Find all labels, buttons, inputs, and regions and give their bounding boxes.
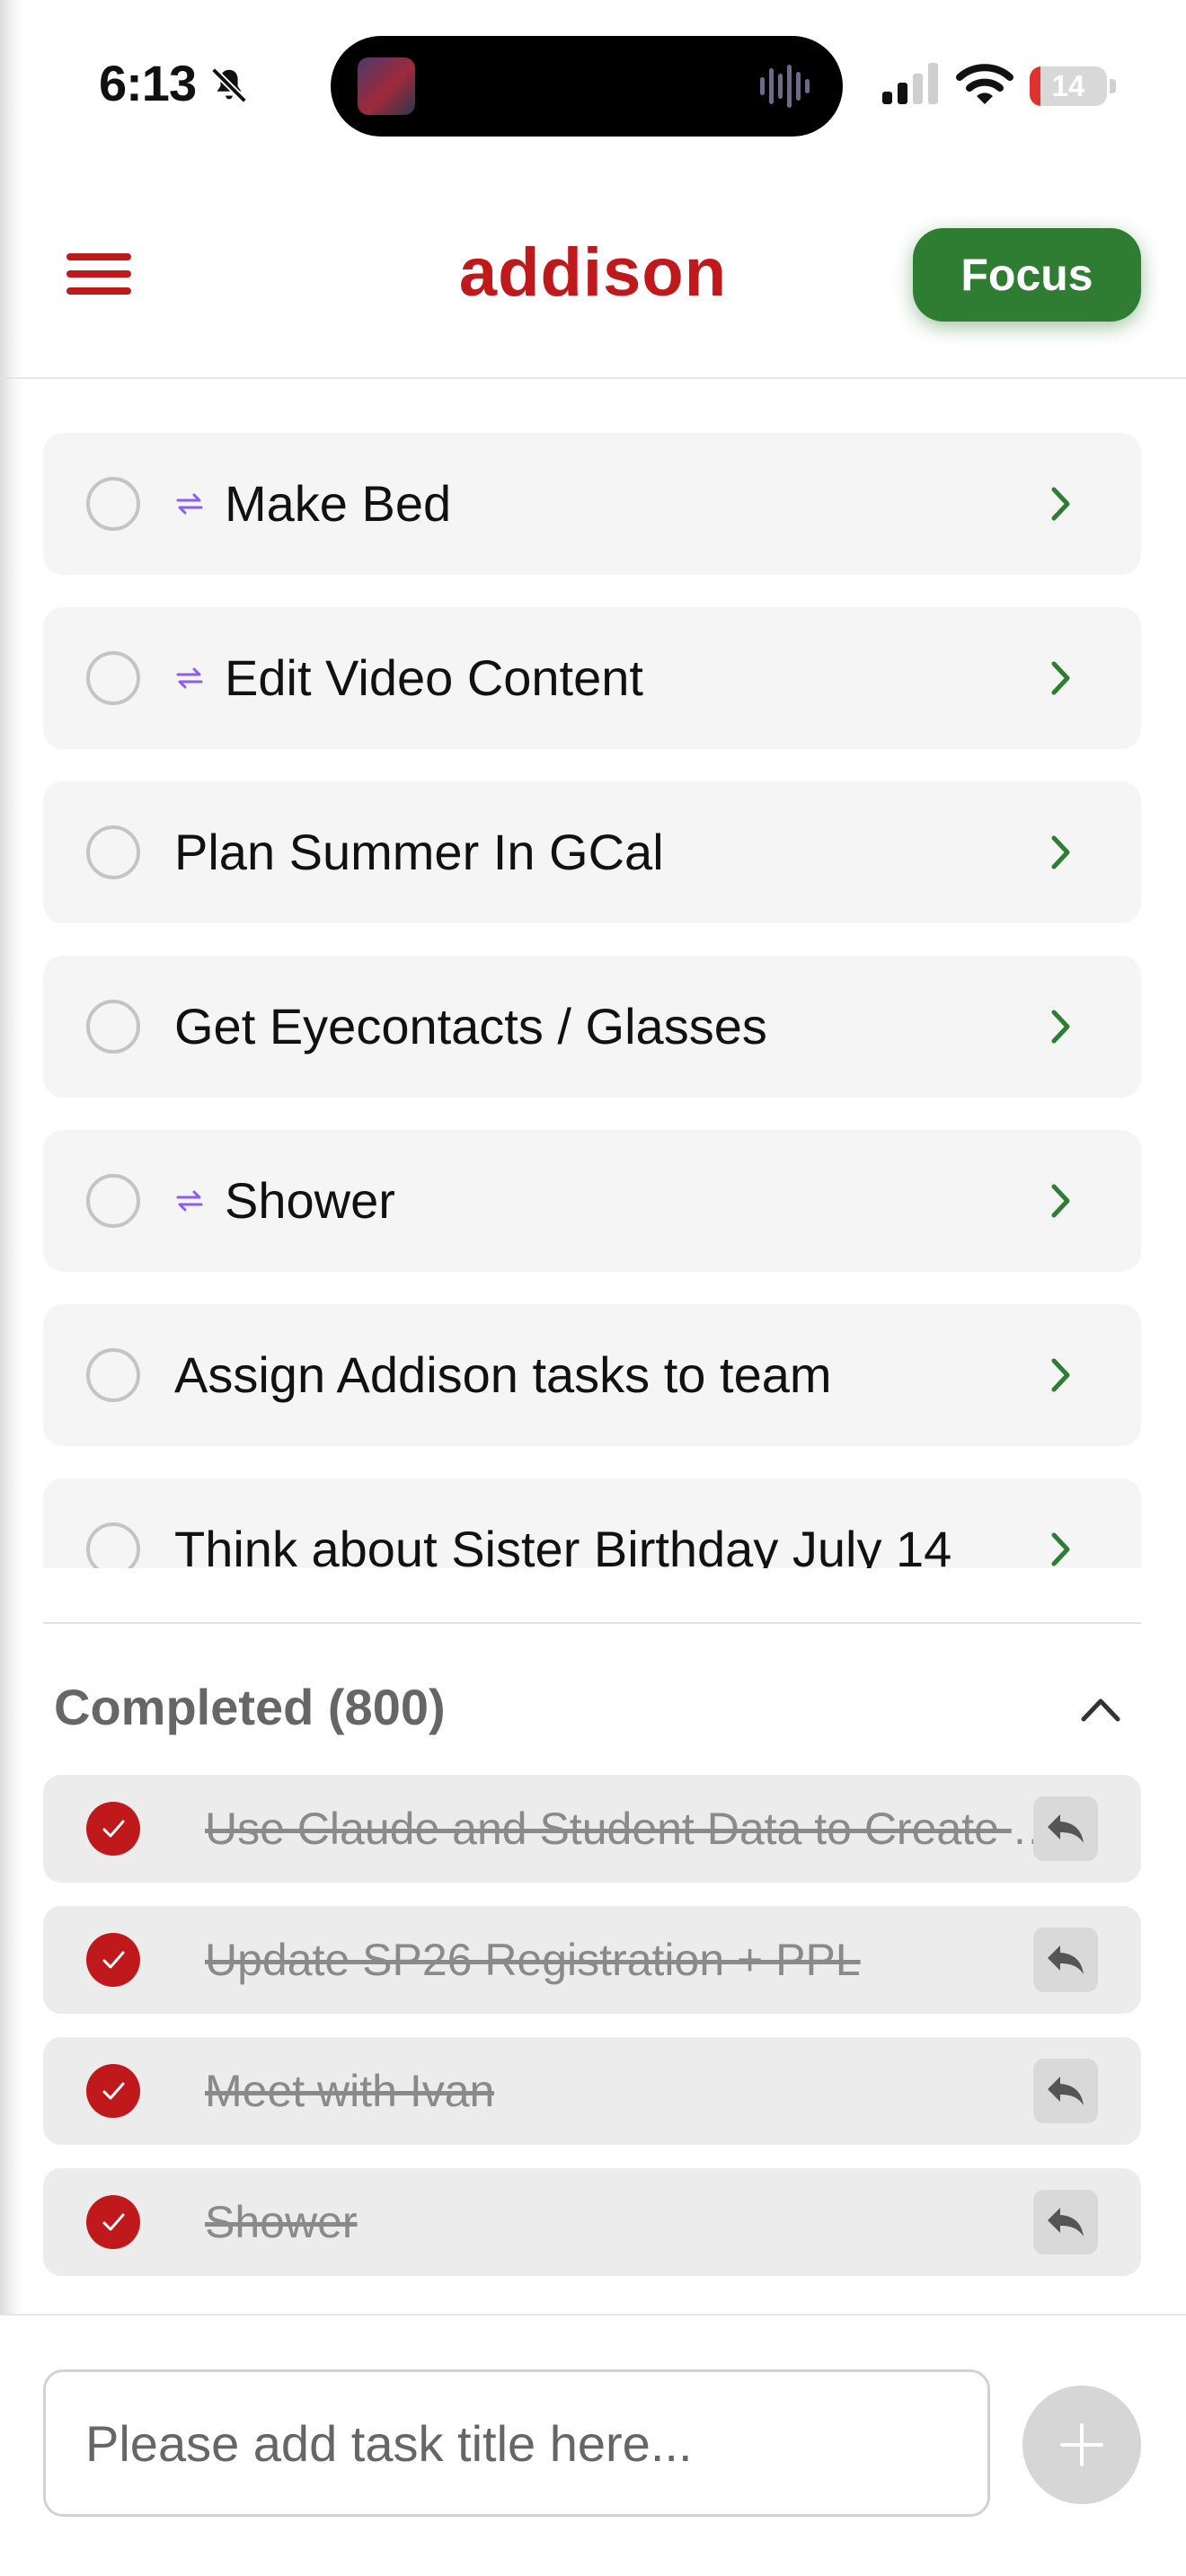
completed-list: Use Claude and Student Data to Create Pl… [43, 1775, 1141, 2314]
task-row[interactable]: Get Eyecontacts / Glasses [43, 956, 1141, 1098]
status-bar: 6:13 14 [0, 0, 1186, 171]
audio-waveform-icon [760, 65, 810, 108]
repeat-icon [176, 493, 203, 515]
completed-task-row[interactable]: Meet with Ivan [43, 2037, 1141, 2145]
undo-arrow-icon [1048, 2208, 1084, 2236]
task-title-input[interactable] [43, 2369, 990, 2517]
task-checkbox[interactable] [86, 477, 140, 531]
completed-task-title: Shower [205, 2197, 358, 2247]
task-checkbox[interactable] [86, 1174, 140, 1228]
add-task-button[interactable] [1022, 2386, 1141, 2504]
header-divider [0, 377, 1186, 379]
battery-cap [1110, 79, 1116, 93]
battery-indicator: 14 [1030, 66, 1116, 106]
completed-checkbox[interactable] [86, 2195, 140, 2249]
status-time: 6:13 [99, 55, 197, 111]
dynamic-island[interactable] [331, 36, 843, 137]
focus-button[interactable]: Focus [913, 228, 1141, 322]
completed-checkbox[interactable] [86, 1802, 140, 1856]
task-checkbox[interactable] [86, 1000, 140, 1054]
task-checkbox[interactable] [86, 1348, 140, 1402]
checkmark-icon [102, 2082, 125, 2100]
task-checkbox[interactable] [86, 651, 140, 705]
undo-arrow-icon [1048, 1814, 1084, 1843]
task-row[interactable]: Edit Video Content [43, 607, 1141, 749]
repeat-icon [176, 667, 203, 689]
chevron-right-icon[interactable] [1040, 1355, 1080, 1395]
task-row[interactable]: Plan Summer In GCal [43, 781, 1141, 923]
task-row[interactable]: Think about Sister Birthday July 14 [43, 1478, 1141, 1568]
task-checkbox[interactable] [86, 1522, 140, 1568]
task-title: Plan Summer In GCal [174, 824, 664, 880]
plus-icon [1060, 2423, 1103, 2466]
section-divider [43, 1622, 1141, 1624]
left-edge-shadow [0, 0, 23, 2576]
undo-button[interactable] [1033, 1928, 1098, 1992]
chevron-right-icon[interactable] [1040, 1007, 1080, 1046]
undo-button[interactable] [1033, 1796, 1098, 1861]
completed-task-row[interactable]: Shower [43, 2168, 1141, 2276]
chevron-right-icon[interactable] [1040, 833, 1080, 872]
task-title: Edit Video Content [225, 649, 643, 706]
task-title: Think about Sister Birthday July 14 [174, 1521, 952, 1568]
checkmark-icon [102, 1951, 125, 1969]
chevron-right-icon[interactable] [1040, 484, 1080, 524]
undo-arrow-icon [1048, 1945, 1084, 1974]
task-list: Make Bed Edit Video Content Plan Summer In… [43, 433, 1141, 1568]
chevron-up-icon[interactable] [1078, 1689, 1123, 1730]
chevron-right-icon[interactable] [1040, 1181, 1080, 1221]
undo-button[interactable] [1033, 2059, 1098, 2123]
wifi-icon [956, 64, 1013, 104]
task-row[interactable]: Assign Addison tasks to team [43, 1304, 1141, 1446]
completed-task-row[interactable]: Use Claude and Student Data to Create Pl… [43, 1775, 1141, 1883]
task-title: Make Bed [225, 475, 452, 532]
task-title: Get Eyecontacts / Glasses [174, 998, 767, 1054]
task-row[interactable]: Make Bed [43, 433, 1141, 575]
completed-task-title: Meet with Ivan [205, 2066, 495, 2116]
now-playing-artwork [358, 57, 415, 115]
add-task-bar [0, 2316, 1186, 2576]
completed-section-title[interactable]: Completed (800) [54, 1678, 446, 1736]
completed-checkbox[interactable] [86, 1933, 140, 1987]
task-title: Assign Addison tasks to team [174, 1346, 832, 1403]
battery-level: 14 [1051, 69, 1085, 102]
checkmark-icon [102, 2213, 125, 2231]
cellular-signal-icon [882, 63, 938, 104]
silent-bell-icon [211, 67, 247, 103]
chevron-right-icon[interactable] [1040, 658, 1080, 698]
task-title: Shower [225, 1172, 395, 1229]
completed-task-row[interactable]: Update SP26 Registration + PPL [43, 1906, 1141, 2014]
completed-task-title: Update SP26 Registration + PPL [205, 1935, 861, 1985]
task-checkbox[interactable] [86, 825, 140, 879]
undo-arrow-icon [1048, 2077, 1084, 2105]
chevron-right-icon[interactable] [1040, 1530, 1080, 1568]
task-row[interactable]: Shower [43, 1130, 1141, 1272]
checkmark-icon [102, 1820, 125, 1838]
app-header: addison Focus [0, 171, 1186, 379]
completed-checkbox[interactable] [86, 2064, 140, 2118]
battery-body: 14 [1030, 66, 1107, 106]
completed-task-title: Use Claude and Student Data to Create Pl… [205, 1804, 1067, 1854]
undo-button[interactable] [1033, 2190, 1098, 2254]
repeat-icon [176, 1190, 203, 1212]
